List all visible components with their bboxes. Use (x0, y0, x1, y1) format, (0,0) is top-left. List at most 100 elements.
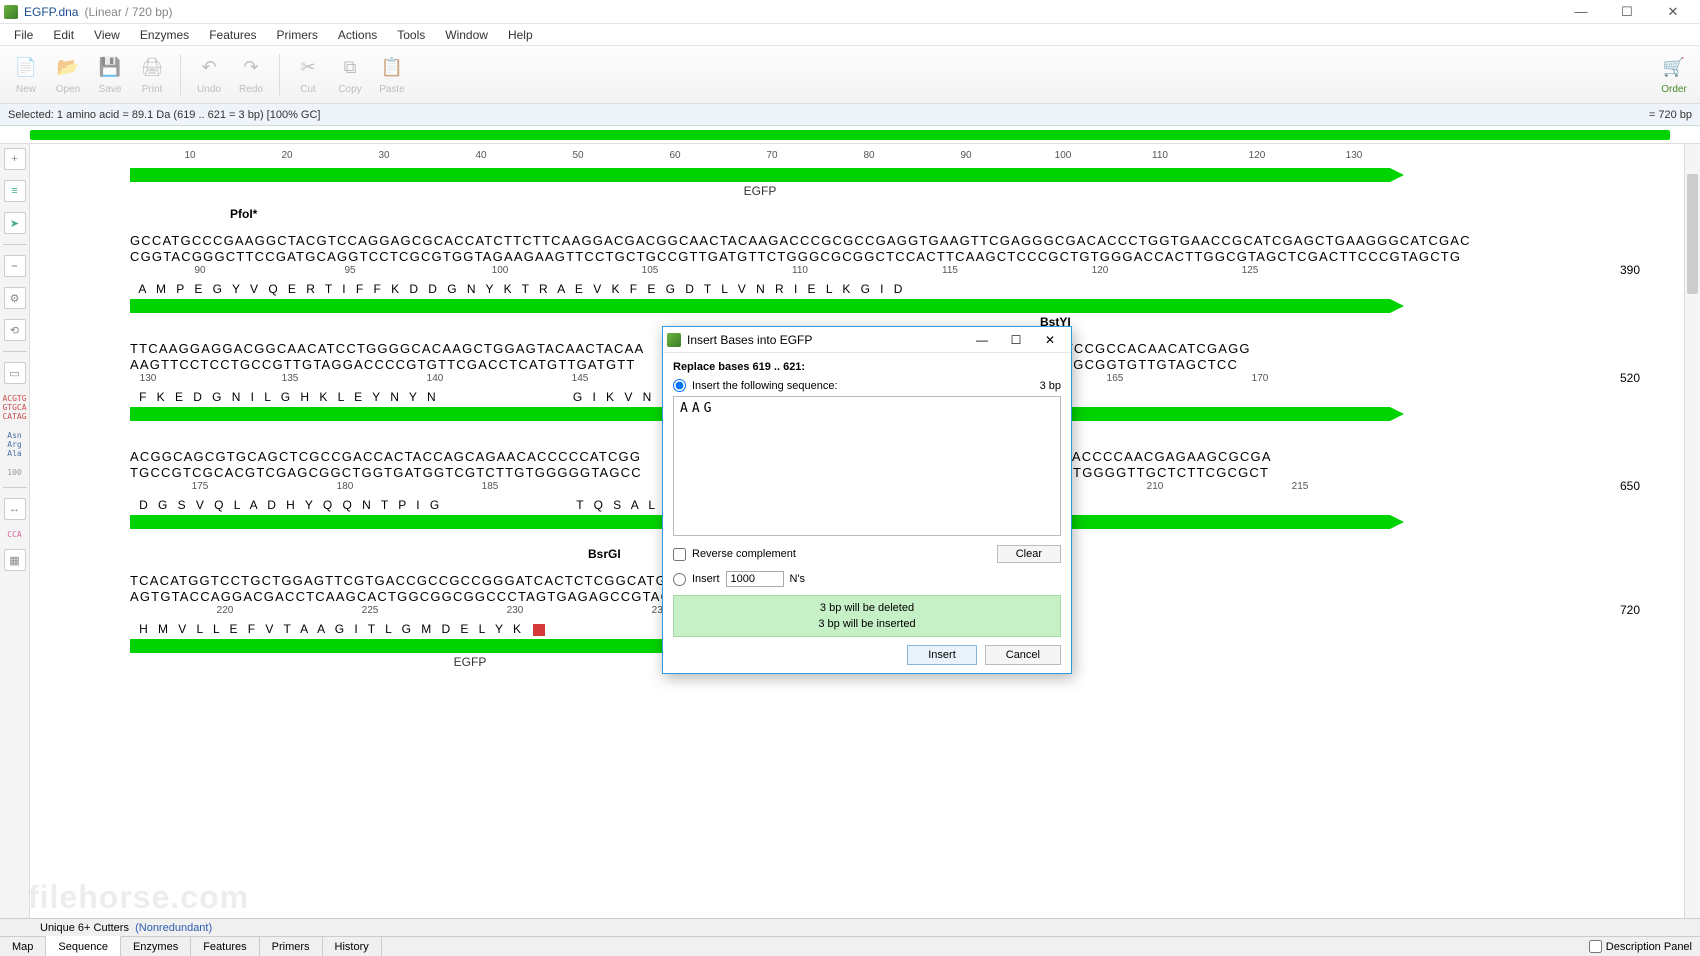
dialog-title: Insert Bases into EGFP (687, 333, 812, 347)
palette-map-icon[interactable]: ▦ (4, 549, 26, 571)
copy-icon: ⧉ (337, 55, 363, 81)
print-icon: 🖨 (139, 55, 165, 81)
cut-icon: ✂ (295, 55, 321, 81)
file-icon: 📄 (13, 55, 39, 81)
overview-feature-bar (30, 130, 1670, 140)
n-count-spinner[interactable] (726, 571, 784, 587)
window-subtitle: (Linear / 720 bp) (84, 5, 172, 19)
description-panel-checkbox[interactable] (1589, 940, 1602, 953)
palette-cca-label: CCA (7, 530, 21, 539)
cancel-button[interactable]: Cancel (985, 645, 1061, 665)
order-button[interactable]: 🛒Order (1654, 50, 1694, 100)
window-controls: — ☐ ✕ (1558, 0, 1696, 24)
bp-count: 3 bp (1040, 380, 1061, 392)
dialog-maximize-button[interactable]: ☐ (999, 329, 1033, 351)
top-ruler: 102030405060708090100110120130 (130, 150, 1680, 166)
print-button[interactable]: 🖨Print (132, 50, 172, 100)
selection-info: Selected: 1 amino acid = 89.1 Da (619 ..… (8, 109, 320, 121)
radio-insert-sequence-label: Insert the following sequence: (692, 380, 1034, 392)
palette-orf-icon[interactable]: ▭ (4, 362, 26, 384)
window-title: EGFP.dna (24, 5, 78, 19)
side-palette: + ≡ ➤ ⎯ ⚙ ⟲ ▭ ACGTGGTGCACATAG AsnArgAla … (0, 144, 30, 918)
copy-button[interactable]: ⧉Copy (330, 50, 370, 100)
radio-insert-sequence[interactable] (673, 379, 686, 392)
palette-codon-label: ACGTGGTGCACATAG (2, 394, 26, 421)
overview-strip[interactable] (0, 126, 1700, 144)
menu-help[interactable]: Help (498, 26, 543, 44)
radio-insert-n-label: Insert (692, 573, 720, 585)
paste-icon: 📋 (379, 55, 405, 81)
minimize-button[interactable]: — (1558, 0, 1604, 24)
reverse-complement-label: Reverse complement (692, 548, 796, 560)
titlebar: EGFP.dna (Linear / 720 bp) — ☐ ✕ (0, 0, 1700, 24)
palette-arrow-icon[interactable]: ➤ (4, 212, 26, 234)
palette-tools-icon[interactable]: ⚙ (4, 287, 26, 309)
close-button[interactable]: ✕ (1650, 0, 1696, 24)
new-button[interactable]: 📄New (6, 50, 46, 100)
menu-tools[interactable]: Tools (387, 26, 435, 44)
dialog-titlebar[interactable]: Insert Bases into EGFP — ☐ ✕ (663, 327, 1071, 353)
insert-bases-dialog: Insert Bases into EGFP — ☐ ✕ Replace bas… (662, 326, 1072, 674)
palette-add[interactable]: + (4, 148, 26, 170)
tab-map[interactable]: Map (0, 937, 46, 956)
palette-separator (3, 244, 27, 245)
save-button[interactable]: 💾Save (90, 50, 130, 100)
length-info: = 720 bp (1649, 109, 1692, 121)
palette-sequence-icon[interactable]: ≡ (4, 180, 26, 202)
clear-button[interactable]: Clear (997, 545, 1061, 563)
folder-icon: 📂 (55, 55, 81, 81)
tab-primers[interactable]: Primers (260, 937, 323, 956)
tab-sequence[interactable]: Sequence (46, 936, 121, 956)
toolbar-separator (180, 54, 181, 96)
cut-button[interactable]: ✂Cut (288, 50, 328, 100)
reverse-complement-checkbox[interactable] (673, 548, 686, 561)
feature-arrow-egfp[interactable] (130, 168, 1390, 182)
info-bar: Selected: 1 amino acid = 89.1 Da (619 ..… (0, 104, 1700, 126)
description-panel-toggle[interactable]: Description Panel (1581, 937, 1700, 956)
description-panel-label: Description Panel (1606, 941, 1692, 953)
sequence-input[interactable] (673, 396, 1061, 536)
menu-edit[interactable]: Edit (43, 26, 84, 44)
menu-features[interactable]: Features (199, 26, 266, 44)
menu-window[interactable]: Window (435, 26, 498, 44)
palette-enzymes-icon[interactable]: ⎯ (4, 255, 26, 277)
menu-actions[interactable]: Actions (328, 26, 387, 44)
maximize-button[interactable]: ☐ (1604, 0, 1650, 24)
scrollbar-thumb[interactable] (1687, 174, 1698, 294)
status-deleted: 3 bp will be deleted (674, 600, 1060, 616)
undo-button[interactable]: ↶Undo (189, 50, 229, 100)
menu-primers[interactable]: Primers (267, 26, 328, 44)
menu-view[interactable]: View (84, 26, 130, 44)
watermark: filehorse.com (28, 879, 249, 916)
radio-insert-n[interactable] (673, 573, 686, 586)
menu-enzymes[interactable]: Enzymes (130, 26, 199, 44)
tab-history[interactable]: History (323, 937, 382, 956)
dialog-close-button[interactable]: ✕ (1033, 329, 1067, 351)
cutters-strip: Unique 6+ Cutters (Nonredundant) (0, 918, 1700, 936)
feature-label: EGFP (130, 184, 1390, 198)
palette-separator (3, 487, 27, 488)
tab-enzymes[interactable]: Enzymes (121, 937, 191, 956)
dialog-app-icon (667, 333, 681, 347)
insert-button[interactable]: Insert (907, 645, 977, 665)
cutters-link[interactable]: (Nonredundant) (135, 922, 212, 934)
open-button[interactable]: 📂Open (48, 50, 88, 100)
palette-arrow2-icon[interactable]: ↔ (4, 498, 26, 520)
palette-dna-icon[interactable]: ⟲ (4, 319, 26, 341)
dialog-heading: Replace bases 619 .. 621: (673, 361, 1061, 373)
palette-100-label: 100 (7, 468, 21, 477)
vertical-scrollbar[interactable] (1684, 144, 1700, 918)
toolbar-separator (279, 54, 280, 96)
cutters-label: Unique 6+ Cutters (40, 922, 129, 934)
menu-file[interactable]: File (4, 26, 43, 44)
dialog-minimize-button[interactable]: — (965, 329, 999, 351)
paste-button[interactable]: 📋Paste (372, 50, 412, 100)
menubar: File Edit View Enzymes Features Primers … (0, 24, 1700, 46)
app-icon (4, 5, 18, 19)
tab-features[interactable]: Features (191, 937, 259, 956)
redo-icon: ↷ (238, 55, 264, 81)
palette-aa-label: AsnArgAla (7, 431, 21, 458)
cart-icon: 🛒 (1661, 55, 1687, 81)
redo-button[interactable]: ↷Redo (231, 50, 271, 100)
status-box: 3 bp will be deleted 3 bp will be insert… (673, 595, 1061, 637)
